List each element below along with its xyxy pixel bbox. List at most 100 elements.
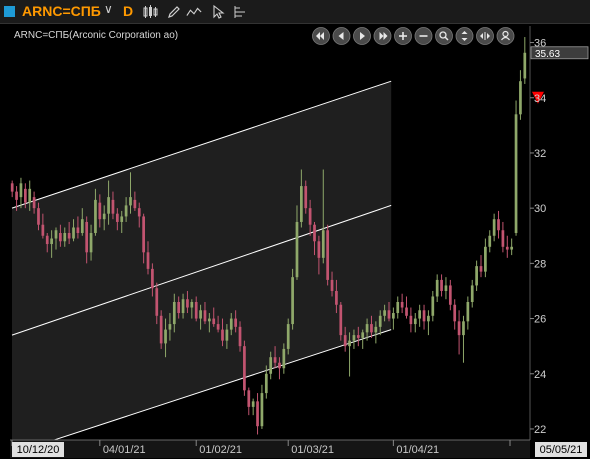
price-chart[interactable]: ARNC=СПБ(Arconic Corporation ao) 22 24 26 2…: [0, 24, 590, 459]
candle-body[interactable]: [111, 199, 115, 214]
candle-body[interactable]: [137, 208, 141, 217]
period-selector[interactable]: D: [123, 3, 133, 19]
zoom-reset-icon[interactable]: [435, 27, 453, 45]
candle-body[interactable]: [238, 326, 242, 347]
candle-body[interactable]: [348, 340, 351, 347]
zoom-in-icon[interactable]: [394, 27, 412, 45]
candle-body[interactable]: [225, 329, 229, 341]
candle-body[interactable]: [308, 208, 312, 225]
candle-body[interactable]: [146, 252, 150, 269]
candle-body[interactable]: [313, 224, 316, 242]
candle-body[interactable]: [264, 373, 268, 394]
candlestick-chart-icon[interactable]: [142, 4, 158, 20]
candle-body[interactable]: [374, 326, 378, 333]
candle-body[interactable]: [304, 186, 308, 209]
candle-body[interactable]: [133, 199, 137, 209]
candle-body[interactable]: [427, 315, 430, 322]
candle-body[interactable]: [256, 401, 259, 427]
candle-body[interactable]: [343, 335, 347, 347]
candle-body[interactable]: [89, 233, 93, 253]
candle-body[interactable]: [124, 205, 128, 217]
candle-body[interactable]: [164, 329, 167, 344]
candle-body[interactable]: [107, 197, 110, 214]
candle-body[interactable]: [523, 52, 527, 79]
candle-body[interactable]: [470, 285, 474, 302]
candle-body[interactable]: [457, 321, 461, 336]
candle-body[interactable]: [330, 279, 334, 291]
candle-body[interactable]: [243, 346, 246, 391]
candle-body[interactable]: [378, 315, 382, 327]
candle-body[interactable]: [76, 227, 80, 233]
candle-body[interactable]: [392, 313, 395, 319]
candle-body[interactable]: [94, 199, 97, 233]
chevron-down-icon[interactable]: ∨: [104, 2, 113, 16]
fit-vertical-icon[interactable]: [455, 27, 474, 45]
candle-body[interactable]: [514, 114, 518, 233]
candle-body[interactable]: [405, 307, 408, 316]
candle-body[interactable]: [335, 290, 338, 305]
candle-body[interactable]: [203, 310, 207, 322]
candle-body[interactable]: [453, 304, 457, 322]
candle-body[interactable]: [321, 230, 325, 258]
candle-body[interactable]: [120, 216, 124, 222]
candle-body[interactable]: [229, 318, 233, 330]
candle-body[interactable]: [484, 246, 487, 272]
candle-body[interactable]: [50, 238, 53, 245]
candle-body[interactable]: [400, 302, 404, 308]
candle-body[interactable]: [159, 315, 163, 344]
candle-body[interactable]: [510, 246, 514, 250]
zoom-out-icon[interactable]: [414, 27, 433, 45]
candle-body[interactable]: [488, 235, 492, 247]
candle-body[interactable]: [365, 324, 369, 333]
last-page-icon[interactable]: [373, 27, 392, 45]
candle-body[interactable]: [339, 304, 343, 336]
candle-body[interactable]: [479, 266, 483, 272]
candle-body[interactable]: [422, 310, 426, 322]
fit-horizontal-icon[interactable]: [476, 27, 494, 45]
candle-body[interactable]: [28, 188, 32, 203]
candle-body[interactable]: [129, 197, 132, 206]
candle-body[interactable]: [286, 324, 290, 349]
candle-body[interactable]: [85, 221, 89, 253]
candle-body[interactable]: [352, 335, 356, 341]
candle-body[interactable]: [295, 221, 299, 278]
candle-body[interactable]: [501, 230, 505, 247]
candle-body[interactable]: [409, 315, 413, 325]
candle-body[interactable]: [505, 246, 509, 250]
candle-body[interactable]: [519, 81, 522, 115]
candle-body[interactable]: [356, 335, 360, 338]
candle-body[interactable]: [59, 233, 62, 242]
candle-body[interactable]: [181, 299, 185, 314]
candle-body[interactable]: [326, 230, 330, 280]
candle-body[interactable]: [207, 318, 211, 322]
candle-body[interactable]: [260, 393, 264, 427]
candle-body[interactable]: [98, 202, 102, 220]
pencil-draw-icon[interactable]: [166, 4, 182, 20]
candle-body[interactable]: [431, 296, 435, 316]
candle-body[interactable]: [37, 208, 40, 225]
candle-body[interactable]: [168, 324, 172, 330]
candle-body[interactable]: [199, 310, 202, 319]
candle-body[interactable]: [396, 302, 400, 314]
candle-body[interactable]: [361, 332, 365, 338]
candle-body[interactable]: [72, 227, 75, 239]
candle-body[interactable]: [251, 401, 255, 407]
candle-body[interactable]: [190, 302, 194, 308]
prev-page-icon[interactable]: [332, 27, 351, 45]
candle-body[interactable]: [317, 241, 321, 258]
candle-body[interactable]: [80, 219, 84, 233]
candle-body[interactable]: [282, 348, 286, 369]
candle-body[interactable]: [115, 213, 119, 222]
candle-body[interactable]: [32, 197, 36, 209]
candle-body[interactable]: [151, 268, 154, 289]
candle-body[interactable]: [177, 302, 181, 314]
symbol-selector[interactable]: ARNC=СПБ: [22, 3, 101, 19]
candle-body[interactable]: [221, 329, 224, 341]
candle-body[interactable]: [234, 318, 237, 327]
chart-settings-icon[interactable]: [232, 4, 248, 20]
candle-body[interactable]: [10, 183, 14, 192]
candle-body[interactable]: [212, 318, 216, 325]
candle-body[interactable]: [194, 302, 198, 319]
candle-body[interactable]: [102, 213, 106, 220]
candle-body[interactable]: [497, 219, 500, 231]
